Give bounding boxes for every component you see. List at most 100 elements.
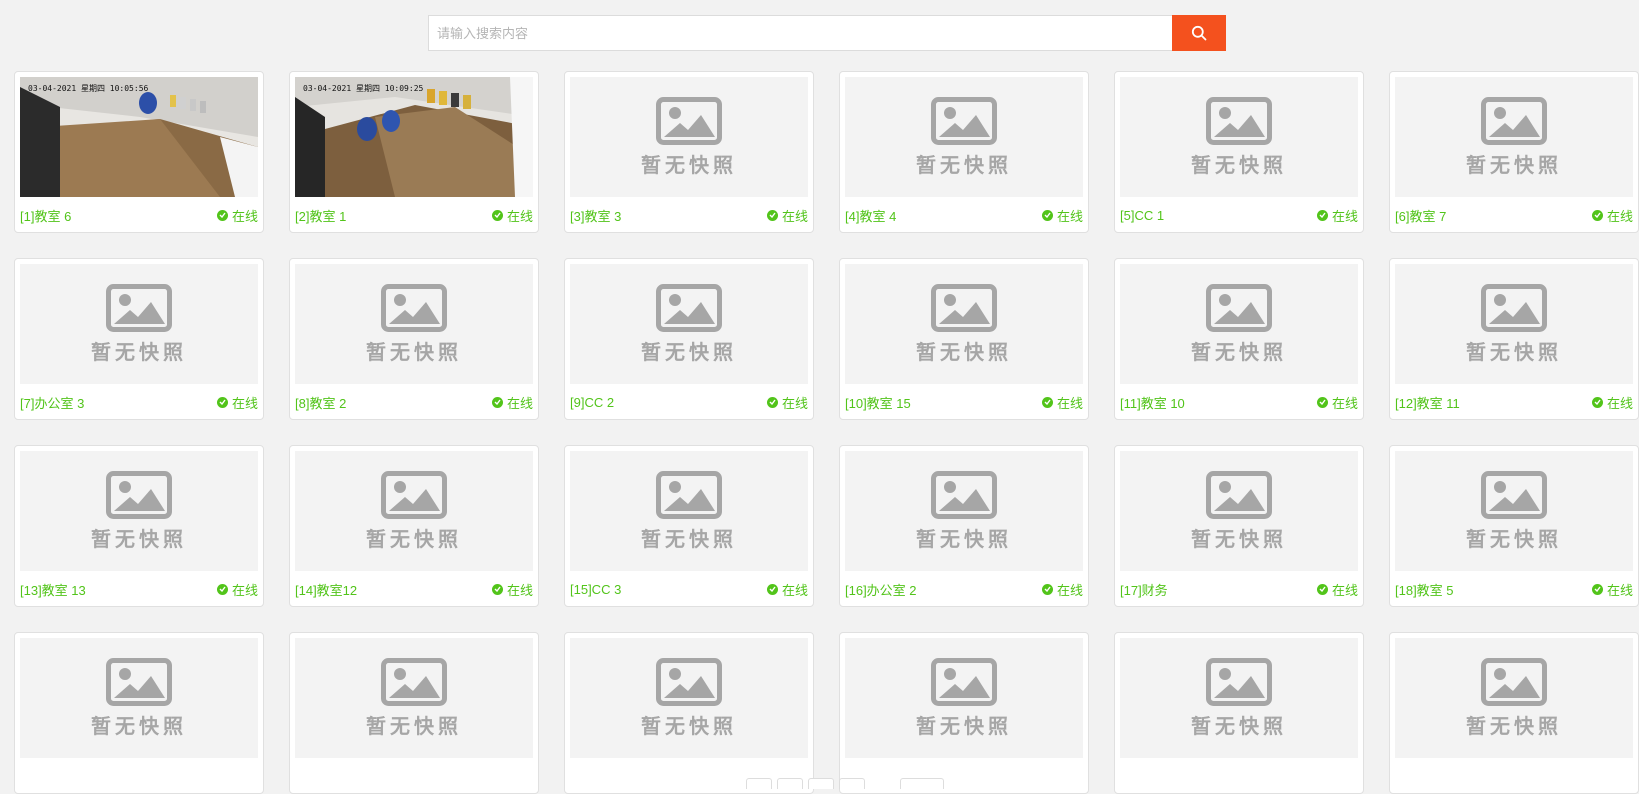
camera-thumbnail[interactable]: 暂无快照 bbox=[845, 264, 1083, 384]
online-status: 在线 bbox=[1591, 393, 1633, 412]
snapshot-image bbox=[295, 77, 533, 197]
image-placeholder-icon bbox=[381, 470, 447, 519]
camera-card-footer: [4]教室 4 在线 bbox=[845, 197, 1083, 233]
camera-card[interactable]: 暂无快照 bbox=[1114, 632, 1364, 794]
camera-card[interactable]: 03-04-2021 星期四 10:09:25 [2]教室 1 在线 bbox=[289, 71, 539, 233]
camera-card[interactable]: 暂无快照 [10]教室 15 在线 bbox=[839, 258, 1089, 420]
camera-card[interactable]: 暂无快照 [12]教室 11 在线 bbox=[1389, 258, 1639, 420]
camera-card[interactable]: 暂无快照 [6]教室 7 在线 bbox=[1389, 71, 1639, 233]
page-jump-input[interactable] bbox=[900, 778, 944, 789]
camera-card[interactable]: 03-04-2021 星期四 10:05:56 [1]教室 6 在线 bbox=[14, 71, 264, 233]
page-button[interactable] bbox=[777, 778, 803, 789]
camera-thumbnail[interactable]: 暂无快照 bbox=[845, 638, 1083, 758]
camera-card[interactable]: 暂无快照 bbox=[1389, 632, 1639, 794]
camera-card[interactable]: 暂无快照 [17]财务 在线 bbox=[1114, 445, 1364, 607]
camera-thumbnail[interactable]: 暂无快照 bbox=[1120, 77, 1358, 197]
camera-thumbnail[interactable]: 暂无快照 bbox=[1395, 638, 1633, 758]
camera-thumbnail[interactable]: 暂无快照 bbox=[20, 264, 258, 384]
no-snapshot-label: 暂无快照 bbox=[1191, 152, 1287, 177]
camera-thumbnail[interactable]: 暂无快照 bbox=[1120, 451, 1358, 571]
camera-thumbnail[interactable]: 暂无快照 bbox=[295, 264, 533, 384]
camera-card[interactable]: 暂无快照 bbox=[839, 632, 1089, 794]
camera-name: [17]财务 bbox=[1120, 582, 1168, 598]
camera-card[interactable]: 暂无快照 [15]CC 3 在线 bbox=[564, 445, 814, 607]
camera-card[interactable]: 暂无快照 [7]办公室 3 在线 bbox=[14, 258, 264, 420]
camera-card[interactable]: 暂无快照 [13]教室 13 在线 bbox=[14, 445, 264, 607]
camera-thumbnail[interactable]: 暂无快照 bbox=[1395, 451, 1633, 571]
no-snapshot-label: 暂无快照 bbox=[641, 152, 737, 177]
search-button[interactable] bbox=[1172, 15, 1226, 51]
snapshot-timestamp: 03-04-2021 星期四 10:05:56 bbox=[28, 84, 149, 93]
status-text: 在线 bbox=[1331, 582, 1358, 598]
image-placeholder-icon bbox=[106, 283, 172, 332]
camera-card-footer bbox=[1120, 758, 1358, 794]
camera-thumbnail[interactable]: 暂无快照 bbox=[295, 451, 533, 571]
online-status: 在线 bbox=[1316, 580, 1358, 599]
image-placeholder-icon bbox=[1481, 470, 1547, 519]
camera-card[interactable]: 暂无快照 bbox=[289, 632, 539, 794]
image-placeholder-icon bbox=[106, 657, 172, 706]
camera-card[interactable]: 暂无快照 [16]办公室 2 在线 bbox=[839, 445, 1089, 607]
camera-name: [3]教室 3 bbox=[570, 208, 622, 224]
status-text: 在线 bbox=[1056, 582, 1083, 598]
status-text: 在线 bbox=[1331, 395, 1358, 411]
camera-card-footer: [12]教室 11 在线 bbox=[1395, 384, 1633, 420]
camera-card[interactable]: 暂无快照 [3]教室 3 在线 bbox=[564, 71, 814, 233]
camera-card[interactable]: 暂无快照 [9]CC 2 在线 bbox=[564, 258, 814, 420]
camera-card-footer: [16]办公室 2 在线 bbox=[845, 571, 1083, 607]
camera-thumbnail[interactable]: 暂无快照 bbox=[20, 451, 258, 571]
camera-card[interactable]: 暂无快照 bbox=[14, 632, 264, 794]
camera-thumbnail[interactable]: 暂无快照 bbox=[570, 264, 808, 384]
status-text: 在线 bbox=[1056, 208, 1083, 224]
check-circle-icon bbox=[491, 396, 503, 408]
camera-thumbnail[interactable]: 暂无快照 bbox=[1120, 264, 1358, 384]
camera-card-footer: [3]教室 3 在线 bbox=[570, 197, 808, 233]
status-text: 在线 bbox=[1331, 208, 1358, 224]
status-text: 在线 bbox=[506, 582, 533, 598]
image-placeholder-icon bbox=[1206, 283, 1272, 332]
camera-card[interactable]: 暂无快照 [5]CC 1 在线 bbox=[1114, 71, 1364, 233]
no-snapshot-label: 暂无快照 bbox=[916, 526, 1012, 551]
image-placeholder-icon bbox=[656, 657, 722, 706]
no-snapshot-label: 暂无快照 bbox=[641, 526, 737, 551]
camera-card[interactable]: 暂无快照 [11]教室 10 在线 bbox=[1114, 258, 1364, 420]
camera-card[interactable]: 暂无快照 [8]教室 2 在线 bbox=[289, 258, 539, 420]
image-placeholder-icon bbox=[1206, 470, 1272, 519]
camera-thumbnail[interactable]: 暂无快照 bbox=[845, 451, 1083, 571]
online-status: 在线 bbox=[1041, 393, 1083, 412]
camera-name: [12]教室 11 bbox=[1395, 395, 1460, 411]
camera-card[interactable]: 暂无快照 bbox=[564, 632, 814, 794]
camera-thumbnail[interactable]: 暂无快照 bbox=[570, 451, 808, 571]
page-button[interactable] bbox=[746, 778, 772, 789]
image-placeholder-icon bbox=[931, 96, 997, 145]
camera-card-footer: [18]教室 5 在线 bbox=[1395, 571, 1633, 607]
search-input[interactable] bbox=[428, 15, 1172, 51]
page-button[interactable] bbox=[808, 778, 834, 789]
status-text: 在线 bbox=[781, 395, 808, 411]
camera-thumbnail[interactable]: 暂无快照 bbox=[570, 638, 808, 758]
image-placeholder-icon bbox=[931, 470, 997, 519]
search-icon bbox=[1191, 25, 1207, 41]
camera-name: [5]CC 1 bbox=[1120, 207, 1165, 223]
no-snapshot-label: 暂无快照 bbox=[641, 339, 737, 364]
camera-thumbnail[interactable]: 暂无快照 bbox=[1120, 638, 1358, 758]
camera-thumbnail[interactable]: 暂无快照 bbox=[845, 77, 1083, 197]
camera-thumbnail[interactable]: 03-04-2021 星期四 10:09:25 bbox=[295, 77, 533, 197]
camera-card[interactable]: 暂无快照 [4]教室 4 在线 bbox=[839, 71, 1089, 233]
camera-card[interactable]: 暂无快照 [18]教室 5 在线 bbox=[1389, 445, 1639, 607]
status-text: 在线 bbox=[231, 395, 258, 411]
image-placeholder-icon bbox=[931, 657, 997, 706]
camera-thumbnail[interactable]: 暂无快照 bbox=[1395, 77, 1633, 197]
camera-thumbnail[interactable]: 暂无快照 bbox=[1395, 264, 1633, 384]
status-text: 在线 bbox=[231, 208, 258, 224]
camera-card-footer bbox=[20, 758, 258, 794]
pagination bbox=[746, 778, 944, 789]
camera-thumbnail[interactable]: 03-04-2021 星期四 10:05:56 bbox=[20, 77, 258, 197]
camera-thumbnail[interactable]: 暂无快照 bbox=[20, 638, 258, 758]
page-button[interactable] bbox=[839, 778, 865, 789]
no-snapshot-label: 暂无快照 bbox=[916, 713, 1012, 738]
camera-card[interactable]: 暂无快照 [14]教室12 在线 bbox=[289, 445, 539, 607]
camera-thumbnail[interactable]: 暂无快照 bbox=[570, 77, 808, 197]
online-status: 在线 bbox=[491, 580, 533, 599]
camera-thumbnail[interactable]: 暂无快照 bbox=[295, 638, 533, 758]
